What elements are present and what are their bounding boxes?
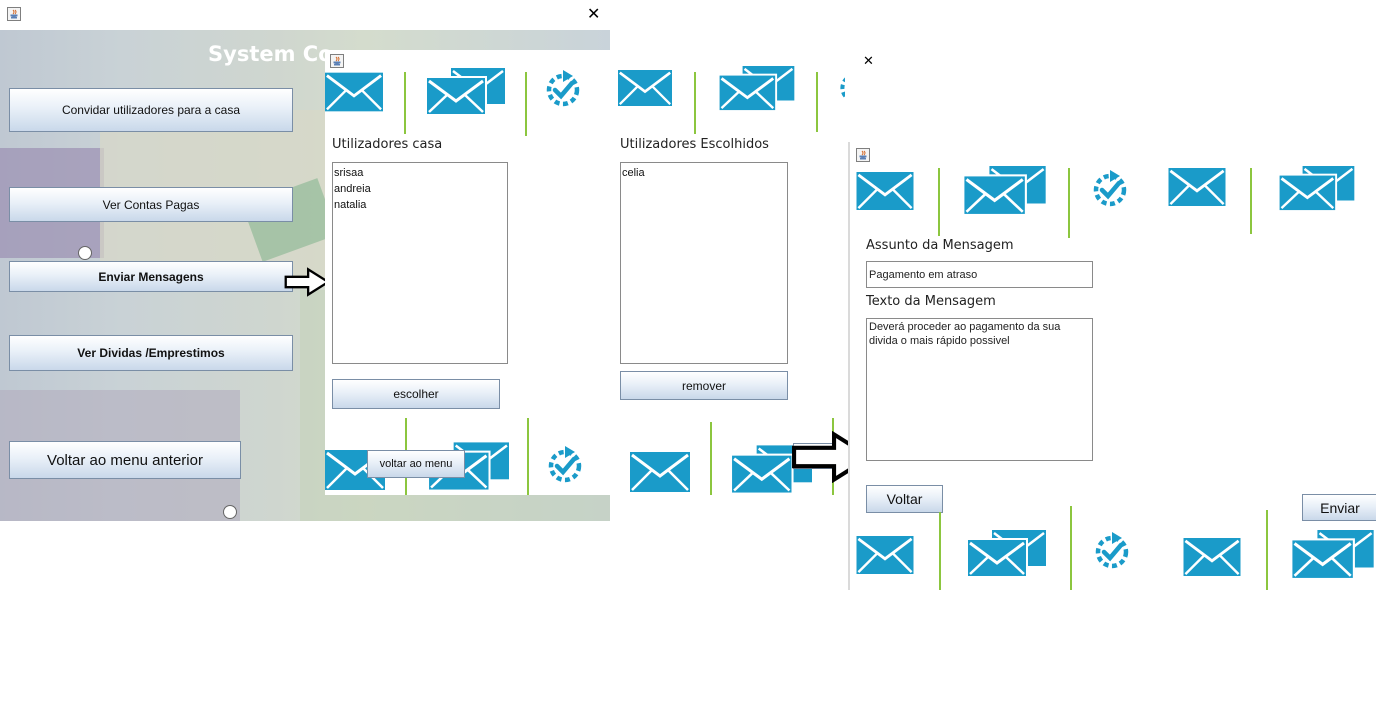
sync-check-icon: [1092, 532, 1132, 572]
divider: [525, 72, 527, 136]
envelope-icon: [615, 70, 675, 106]
java-app-icon: [7, 7, 21, 21]
users-house-list[interactable]: srisaa andreia natalia: [332, 162, 508, 364]
subject-label: Assunto da Mensagem: [866, 238, 1014, 253]
users-house-label: Utilizadores casa: [332, 137, 443, 152]
divider: [816, 72, 818, 132]
chosen-users-label: Utilizadores Escolhidos: [620, 137, 769, 152]
envelopes-icon: [962, 530, 1050, 578]
subject-input[interactable]: [866, 261, 1093, 288]
send-message-button[interactable]: Enviar: [1302, 494, 1376, 521]
divider: [710, 422, 712, 495]
background-circle: [223, 505, 237, 519]
sync-check-icon: [835, 70, 845, 106]
divider: [1068, 168, 1070, 238]
divider: [938, 168, 940, 236]
envelope-icon: [630, 452, 690, 492]
list-item[interactable]: andreia: [334, 181, 506, 197]
java-app-icon: [330, 54, 344, 68]
divider: [527, 418, 529, 495]
java-app-icon: [856, 148, 870, 162]
divider: [939, 512, 941, 590]
sync-check-icon: [545, 446, 585, 486]
sync-check-icon: [543, 70, 583, 110]
message-window: Assunto da Mensagem Texto da Mensagem De…: [848, 142, 1376, 590]
close-icon[interactable]: ✕: [587, 6, 600, 22]
list-item[interactable]: celia: [622, 165, 786, 181]
envelopes-icon: [1288, 530, 1376, 580]
envelope-icon: [854, 536, 916, 574]
back-button[interactable]: Voltar: [866, 485, 943, 513]
background-circle: [78, 246, 92, 260]
chosen-users-list[interactable]: celia: [620, 162, 788, 364]
close-icon[interactable]: ✕: [863, 54, 874, 70]
choose-button[interactable]: escolher: [332, 379, 500, 409]
remove-button[interactable]: remover: [620, 371, 788, 400]
sync-check-icon: [1090, 170, 1130, 210]
list-item[interactable]: srisaa: [334, 165, 506, 181]
select-users-window: Utilizadores casa Utilizadores Escolhido…: [325, 50, 845, 495]
divider: [694, 72, 696, 134]
divider: [1250, 168, 1252, 234]
envelopes-icon: [425, 68, 505, 116]
debts-loans-button[interactable]: Ver Dividas /Emprestimos: [9, 335, 293, 371]
envelopes-icon: [715, 66, 797, 112]
divider: [1266, 510, 1268, 590]
envelopes-icon: [960, 166, 1048, 216]
paid-bills-button[interactable]: Ver Contas Pagas: [9, 187, 293, 222]
message-text-label: Texto da Mensagem: [866, 294, 996, 309]
back-previous-menu-button[interactable]: Voltar ao menu anterior: [9, 441, 241, 479]
envelope-icon: [1180, 538, 1244, 576]
envelope-icon: [325, 72, 383, 112]
back-to-menu-button[interactable]: voltar ao menu: [367, 450, 465, 478]
envelope-icon: [1166, 168, 1228, 206]
send-messages-button[interactable]: Enviar Mensagens: [9, 261, 293, 292]
envelopes-icon: [1272, 166, 1360, 212]
envelope-icon: [854, 172, 916, 210]
message-text-area[interactable]: Deverá proceder ao pagamento da sua divi…: [866, 318, 1093, 461]
divider: [1070, 506, 1072, 590]
divider: [404, 72, 406, 134]
app-title: System Co: [208, 42, 333, 66]
arrow-right-icon: [284, 266, 330, 298]
invite-users-button[interactable]: Convidar utilizadores para a casa: [9, 88, 293, 132]
list-item[interactable]: natalia: [334, 197, 506, 213]
